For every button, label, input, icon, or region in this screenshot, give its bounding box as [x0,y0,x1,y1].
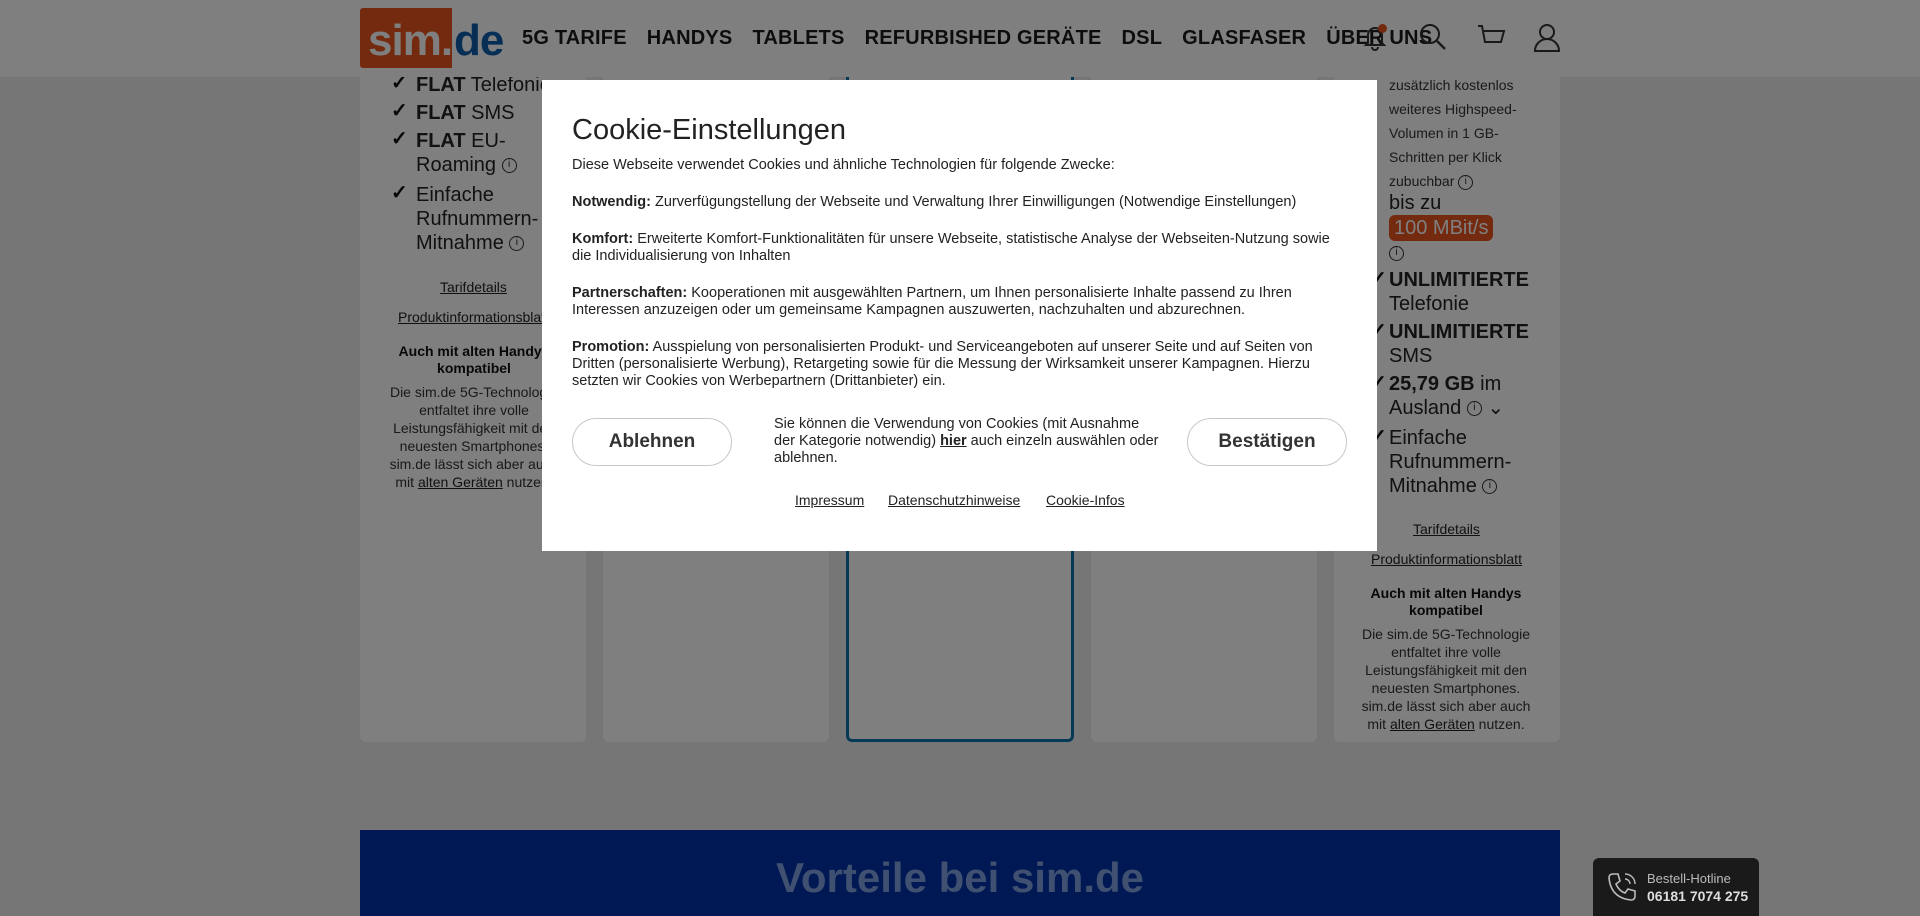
cookie-selection-note: Sie können die Verwendung von Cookies (m… [774,416,1159,466]
purpose-komfort: Komfort: Erweiterte Komfort-Funktionalit… [572,231,1330,264]
link-datenschutzhinweise[interactable]: Datenschutzhinweise [888,492,1020,508]
purpose-partnerschaften: Partnerschaften: Kooperationen mit ausge… [572,285,1292,318]
purpose-promotion: Promotion: Ausspielung von personalisier… [572,339,1313,389]
purpose-notwendig: Notwendig: Zurverfügungstellung der Webs… [572,194,1297,210]
hotline-number[interactable]: 06181 7074 275 [1647,888,1748,904]
order-hotline[interactable]: Bestell-Hotline 06181 7074 275 [1593,858,1759,916]
link-hier[interactable]: hier [940,433,967,449]
link-cookie-infos[interactable]: Cookie-Infos [1046,492,1125,508]
phone-icon [1605,870,1639,909]
decline-button[interactable]: Ablehnen [572,418,732,466]
confirm-button[interactable]: Bestätigen [1187,418,1347,466]
cookie-settings-dialog: Cookie-Einstellungen Diese Webseite verw… [542,80,1377,551]
dialog-intro: Diese Webseite verwendet Cookies und ähn… [572,157,1115,173]
link-impressum[interactable]: Impressum [795,492,864,508]
dialog-title: Cookie-Einstellungen [572,114,847,146]
hotline-label: Bestell-Hotline [1647,871,1731,886]
